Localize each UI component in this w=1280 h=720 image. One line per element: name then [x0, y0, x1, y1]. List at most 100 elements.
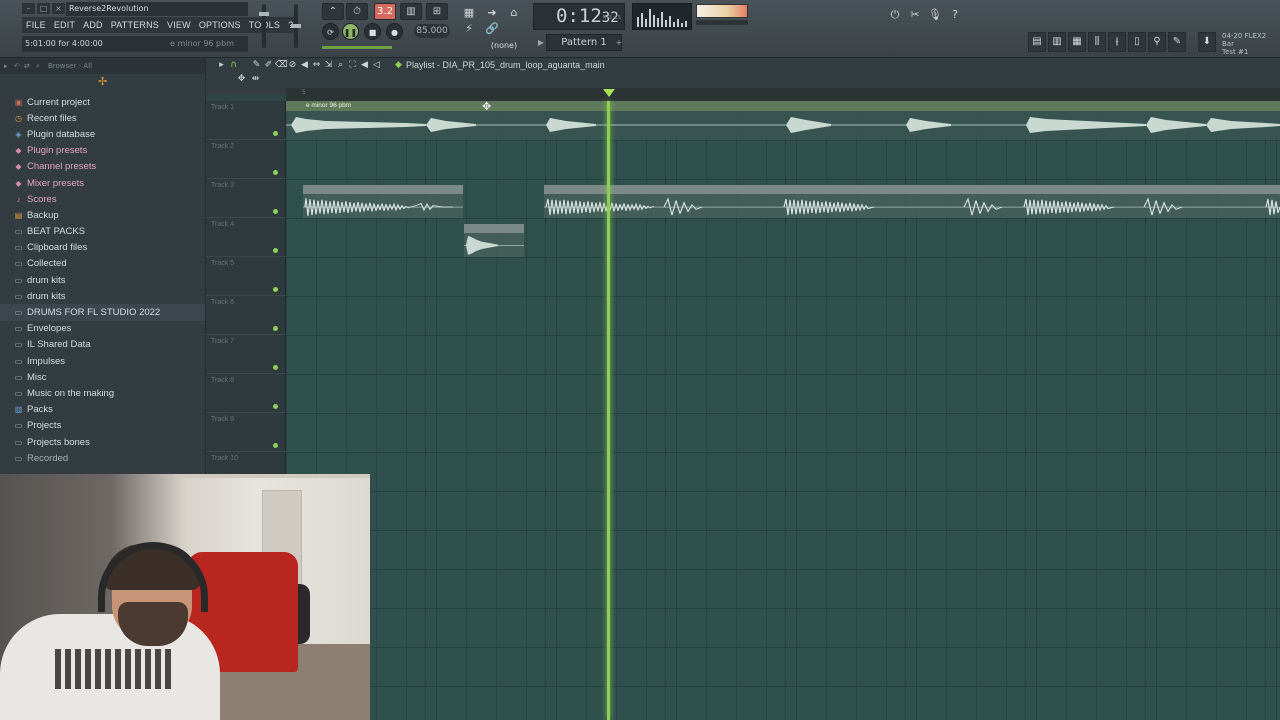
song-position-display[interactable]: 3.2 — [374, 3, 396, 20]
track-mute-led[interactable] — [273, 326, 278, 331]
menu-patterns[interactable]: PATTERNS — [107, 17, 163, 33]
browser-item[interactable]: ▧ Packs — [0, 402, 205, 418]
browser-item[interactable]: ▭ DRUMS FOR FL STUDIO 2022 — [0, 304, 205, 321]
track-name[interactable]: Track 6 — [211, 299, 234, 306]
draw-tool-icon[interactable]: ✎ — [251, 60, 262, 71]
browser-item[interactable]: ▭ drum kits — [0, 288, 205, 304]
track-name[interactable]: Track 3 — [211, 182, 234, 189]
browser-item[interactable]: ▭ Misc — [0, 369, 205, 385]
metronome-bell-icon[interactable]: ⌂ — [505, 4, 523, 22]
menu-add[interactable]: ADD — [79, 17, 107, 33]
channel-rack-icon[interactable]: ▦ — [1068, 32, 1086, 52]
loop-mode-icon[interactable]: ⟳ — [322, 23, 339, 40]
browser-search-icon[interactable]: ⌕ — [36, 58, 40, 74]
mixer-icon[interactable]: ⫼ — [1088, 32, 1106, 52]
scissors-icon[interactable]: ✂ — [906, 6, 924, 24]
audio-clip-drum-loop-a[interactable]: DIA_PR_105_drum_loop_aguanta_main — [303, 185, 463, 218]
browser-item[interactable]: ▭ Music on the making — [0, 385, 205, 401]
browser-item[interactable]: ◆ Mixer presets — [0, 175, 205, 191]
record-button[interactable]: ● — [386, 23, 403, 40]
master-pitch-slider[interactable] — [291, 4, 301, 48]
move-icon[interactable]: ✥ — [236, 74, 247, 85]
browser-item[interactable]: ▭ Envelopes — [0, 321, 205, 337]
magnet-icon[interactable]: ∩ — [228, 60, 239, 71]
audio-clip-track1[interactable] — [286, 111, 1280, 140]
track-name[interactable]: Track 1 — [211, 104, 234, 111]
microphone-icon[interactable]: 🎙 — [926, 6, 944, 24]
metronome-icon[interactable]: ⌃ — [322, 3, 344, 20]
browser-item[interactable]: ▭ Impulses — [0, 353, 205, 369]
playlist-menu-arrow-icon[interactable]: ▸ — [216, 60, 227, 71]
tempo-display[interactable]: 85.000 — [414, 24, 450, 38]
browser-item[interactable]: ▭ Clipboard files — [0, 240, 205, 256]
browser-item[interactable]: ◆ Plugin presets — [0, 143, 205, 159]
stop-button[interactable]: ■ — [364, 23, 381, 40]
playlist-nav-icon[interactable]: ◆ — [393, 60, 404, 71]
browser-item[interactable]: ▭ drum kits — [0, 272, 205, 288]
playhead-marker[interactable] — [603, 89, 615, 97]
delete-tool-icon[interactable]: ⌫ — [275, 60, 288, 71]
browser-item[interactable]: ♪ Scores — [0, 191, 205, 207]
snap-selector[interactable]: (none) — [480, 40, 528, 52]
browser-icon[interactable]: ▯ — [1128, 32, 1146, 52]
mute-tool-icon[interactable]: ⊘ — [287, 60, 298, 71]
audio-clip-track4[interactable]: DIA_P..a_main — [464, 224, 524, 257]
speaker-icon[interactable]: ◁ — [371, 60, 382, 71]
slip-tool-icon[interactable]: ◀ — [299, 60, 310, 71]
browser-item[interactable]: ▭ Projects — [0, 418, 205, 434]
select-tool-icon[interactable]: ⇲ — [323, 60, 334, 71]
step-edit-icon[interactable]: ▥ — [400, 3, 422, 20]
browser-item[interactable]: ◆ Channel presets — [0, 159, 205, 175]
track-mute-led[interactable] — [273, 443, 278, 448]
slice-tool-icon[interactable]: ⇔ — [311, 60, 322, 71]
pause-button[interactable]: ❚❚ — [342, 23, 359, 40]
track-name[interactable]: Track 7 — [211, 338, 234, 345]
browser-item[interactable]: ▭ IL Shared Data — [0, 337, 205, 353]
timeline-ruler[interactable]: 5 — [286, 88, 1280, 101]
help-icon[interactable]: ? — [946, 6, 964, 24]
paint-tool-icon[interactable]: ✐ — [263, 60, 274, 71]
minimize-icon[interactable]: – — [22, 3, 35, 14]
browser-item[interactable]: ▣ Current project — [0, 94, 205, 110]
browser-item[interactable]: ▭ Collected — [0, 256, 205, 272]
zoom-tool-icon[interactable]: ⌕ — [335, 60, 346, 71]
wait-icon[interactable]: ⏱ — [346, 3, 368, 20]
browser-snap-icon[interactable]: ✢ — [98, 75, 107, 88]
menu-view[interactable]: VIEW — [163, 17, 195, 33]
track-name[interactable]: Track 4 — [211, 221, 234, 228]
pattern-add-icon[interactable]: + — [614, 34, 624, 51]
pencil-icon[interactable]: ✎ — [1168, 32, 1186, 52]
browser-item[interactable]: ◈ Plugin database — [0, 126, 205, 142]
track-mute-led[interactable] — [273, 365, 278, 370]
track-mute-led[interactable] — [273, 209, 278, 214]
menu-file[interactable]: FILE — [22, 17, 50, 33]
playback-tool-icon[interactable]: ◀ — [359, 60, 370, 71]
track-mute-led[interactable] — [273, 287, 278, 292]
track-mute-led[interactable] — [273, 248, 278, 253]
playlist-window-icon[interactable]: ▤ — [1028, 32, 1046, 52]
menu-edit[interactable]: EDIT — [50, 17, 79, 33]
track-mute-led[interactable] — [273, 170, 278, 175]
menu-options[interactable]: OPTIONS — [195, 17, 245, 33]
browser-item[interactable]: ▭ Projects bones — [0, 434, 205, 450]
piano-roll-icon[interactable]: ▥ — [1048, 32, 1066, 52]
stretch-icon[interactable]: ⇹ — [250, 74, 261, 85]
time-marker-bar[interactable]: e minor 96 pbm — [286, 101, 1280, 111]
link-icon[interactable]: 🔗 — [483, 20, 501, 38]
mixer-faders-icon[interactable]: ⫲ — [1108, 32, 1126, 52]
restore-icon[interactable]: □ — [37, 3, 50, 14]
download-icon[interactable]: ⬇ — [1198, 32, 1216, 52]
track-name[interactable]: Track 2 — [211, 143, 234, 150]
select-all-icon[interactable]: ⛶ — [347, 60, 358, 71]
track-name[interactable]: Track 5 — [211, 260, 234, 267]
track-mute-led[interactable] — [273, 131, 278, 136]
track-name[interactable]: Track 8 — [211, 377, 234, 384]
track-name[interactable]: Track 10 — [211, 455, 238, 462]
snap-icon[interactable]: ⚡ — [460, 20, 478, 38]
browser-item[interactable]: ▭ BEAT PACKS — [0, 224, 205, 240]
close-icon[interactable]: × — [52, 3, 65, 14]
track-mute-led[interactable] — [273, 404, 278, 409]
browser-item[interactable]: ▤ Backup — [0, 207, 205, 223]
browser-collapse-icon[interactable]: ⇄ — [24, 58, 30, 74]
browser-item[interactable]: ◷ Recent files — [0, 110, 205, 126]
